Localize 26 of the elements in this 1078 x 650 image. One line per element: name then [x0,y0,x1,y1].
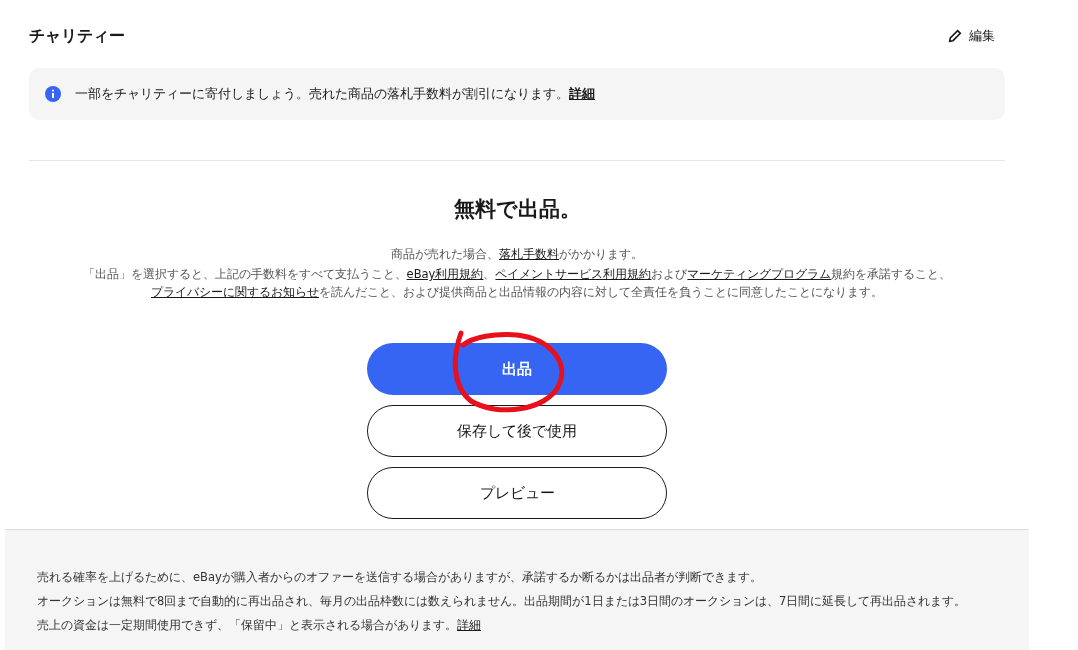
terms-link[interactable]: ペイメントサービス利用規約 [495,267,652,281]
footer-text: 売れる確率を上げるために、eBayが購入者からのオファーを送信する場合がありますが、承諾するか断るかは出品者が判断できます。 [37,569,763,586]
info-icon [45,86,61,102]
fee-text: がかかります。 [559,247,643,261]
terms-link[interactable]: 落札手数料 [499,247,559,261]
fee-text: 商品が売れた場合、 [391,247,499,261]
details-link[interactable]: 詳細 [457,618,481,632]
pencil-icon [947,28,963,44]
listing-heading: 無料で出品。 [453,196,581,223]
terms-link[interactable]: プライバシーに関するお知らせ [151,285,319,299]
terms-text: および [651,267,688,281]
details-link[interactable]: 詳細 [569,86,595,101]
footer-text: オークションは無料で8回まで自動的に再出品され、毎月の出品枠数には数えられません。出品期間が1日または3日間のオークションは、7日間に延長して再出品されます。 [37,593,968,610]
terms-link[interactable]: eBay利用規約 [406,267,484,281]
edit-button[interactable]: 編集 [947,27,995,45]
terms-text: 、 [483,267,496,281]
terms-text: 「出品」を選択すると、上記の手数料をすべて支払うこと、 [82,267,407,281]
info-text: 一部をチャリティーに寄付しましょう。売れた商品の落札手数料が割引になります。詳細 [75,85,595,103]
terms-link[interactable]: マーケティングプログラム [687,267,832,281]
terms-text: を読んだこと、および提供商品と出品情報の内容に対して全責任を負うことに同意したことになります。 [319,285,883,299]
section-title: チャリティー [29,25,125,47]
terms-text: 規約を承諾すること、 [831,267,952,281]
secondary-button[interactable]: 保存して後で使用 [367,405,667,457]
list-button[interactable]: 出品 [367,343,667,395]
footer-text: 売上の資金は一定期間使用できず、「保留中」と表示される場合があります。詳細 [37,617,482,634]
secondary-button[interactable]: プレビュー [367,467,667,519]
